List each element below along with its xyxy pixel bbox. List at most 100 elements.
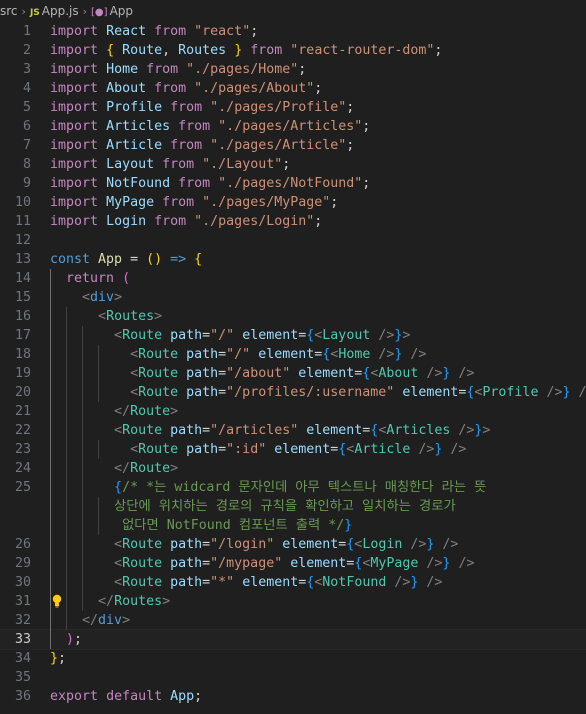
code-text: ); [50, 630, 82, 649]
breadcrumb-symbol[interactable]: [●] App [91, 4, 133, 18]
code-token: element [306, 423, 363, 438]
code-line[interactable]: 36 export default App; [0, 687, 586, 706]
code-token: = [202, 423, 211, 438]
code-line[interactable]: 22 <Route path="/articles" element={<Art… [0, 421, 586, 440]
code-line[interactable]: 3 import Home from "./pages/Home"; [0, 60, 586, 79]
code-token: ; [314, 214, 323, 229]
line-number: 6 [22, 119, 31, 134]
code-token: ; [282, 157, 291, 172]
code-token: ; [346, 100, 355, 115]
code-token: < [114, 537, 123, 552]
code-token: Route [138, 366, 179, 381]
code-token: "/" [210, 328, 235, 343]
code-line[interactable]: 11 import Login from "./pages/Login"; [0, 212, 586, 231]
code-token: from [162, 195, 195, 210]
code-token: path [186, 347, 219, 362]
code-token: > [170, 404, 179, 419]
code-editor[interactable]: 1 import React from "react"; 2 import { Rou… [0, 22, 586, 714]
symbol-variable-icon: [●] [91, 7, 108, 18]
code-line[interactable]: 21 </Route> [0, 402, 586, 421]
code-line[interactable]: 19 <Route path="/about" element={<About … [0, 364, 586, 383]
line-number: 32 [14, 613, 31, 628]
code-line[interactable]: 30 <Route path="*" element={<NotFound />… [0, 573, 586, 592]
code-token: = [218, 347, 227, 362]
code-line[interactable]: 17 <Route path="/" element={<Layout />}> [0, 326, 586, 345]
line-number: 13 [14, 252, 31, 267]
code-token: /> [410, 537, 427, 552]
lightbulb-icon[interactable] [51, 594, 63, 608]
code-line[interactable]: 33 ); [0, 629, 586, 650]
code-text: import Profile from "./pages/Profile"; [50, 98, 354, 117]
code-line[interactable]: 14 return ( [0, 269, 586, 288]
code-token: > [402, 328, 411, 343]
code-line[interactable]: 없다면 NotFound 컴포넌트 출력 */} [0, 516, 586, 535]
code-line[interactable]: 16 <Routes> [0, 307, 586, 326]
code-token: /> [450, 442, 467, 457]
code-token: /> [426, 575, 443, 590]
code-token: ":id" [226, 442, 267, 457]
code-line[interactable]: 18 <Route path="/" element={<Home />} /> [0, 345, 586, 364]
line-number: 21 [14, 404, 31, 419]
code-token: element [242, 575, 299, 590]
code-line[interactable]: 상단에 위치하는 경로의 규칙을 확인하고 일치하는 경로가 [0, 497, 586, 516]
code-line[interactable]: 23 <Route path=":id" element={<Article /… [0, 440, 586, 459]
code-line[interactable]: 10 import MyPage from "./pages/MyPage"; [0, 193, 586, 212]
code-token: /> [418, 442, 435, 457]
code-line[interactable]: 31 </Routes> [0, 592, 586, 611]
code-token: ; [74, 632, 83, 647]
code-line[interactable]: 13 const App = () => { [0, 250, 586, 269]
code-token: "/articles" [210, 423, 299, 438]
line-number: 2 [22, 43, 31, 58]
code-line[interactable]: 2 import { Route, Routes } from "react-ro… [0, 41, 586, 60]
line-number: 4 [22, 81, 31, 96]
code-line[interactable]: 35 [0, 668, 586, 687]
code-token: "react-router-dom" [290, 43, 435, 58]
code-token: = [218, 366, 227, 381]
code-token: Layout [106, 157, 155, 172]
code-token: = [202, 575, 211, 590]
code-text: <Route path="/" element={<Home />} /> [50, 345, 426, 364]
breadcrumb-file[interactable]: JS App.js [30, 4, 79, 18]
code-token: Home [106, 62, 139, 77]
code-line[interactable]: 15 <div> [0, 288, 586, 307]
code-token: Routes [106, 309, 155, 324]
code-line[interactable]: 34}; [0, 649, 586, 668]
code-line[interactable]: 7 import Article from "./pages/Article"; [0, 136, 586, 155]
code-line[interactable]: 20 <Route path="/profiles/:username" ele… [0, 383, 586, 402]
code-line[interactable]: 9 import NotFound from "./pages/NotFound"… [0, 174, 586, 193]
breadcrumb-folder[interactable]: src [0, 4, 18, 18]
code-line[interactable]: 29 <Route path="/mypage" element={<MyPag… [0, 554, 586, 573]
code-line[interactable]: 6 import Articles from "./pages/Articles"… [0, 117, 586, 136]
chevron-right-icon: › [82, 4, 88, 18]
code-line[interactable]: 26 <Route path="/login" element={<Login … [0, 535, 586, 554]
code-line[interactable]: 5 import Profile from "./pages/Profile"; [0, 98, 586, 117]
breadcrumb: src › JS App.js › [●] App [0, 0, 586, 22]
code-line[interactable]: 8 import Layout from "./Layout"; [0, 155, 586, 174]
indent-guide [97, 497, 99, 535]
code-line[interactable]: 32 </div> [0, 611, 586, 630]
code-token: Routes [114, 594, 163, 609]
code-line[interactable]: 25 {/* *는 widcard 문자인데 아무 텍스트나 매칭한다 라는 뜻 [0, 478, 586, 497]
code-line[interactable]: 4 import About from "./pages/About"; [0, 79, 586, 98]
code-token: /> [410, 347, 427, 362]
code-line[interactable]: 24 </Route> [0, 459, 586, 478]
code-line[interactable]: 12 [0, 231, 586, 250]
code-line[interactable]: 1 import React from "react"; [0, 22, 586, 41]
